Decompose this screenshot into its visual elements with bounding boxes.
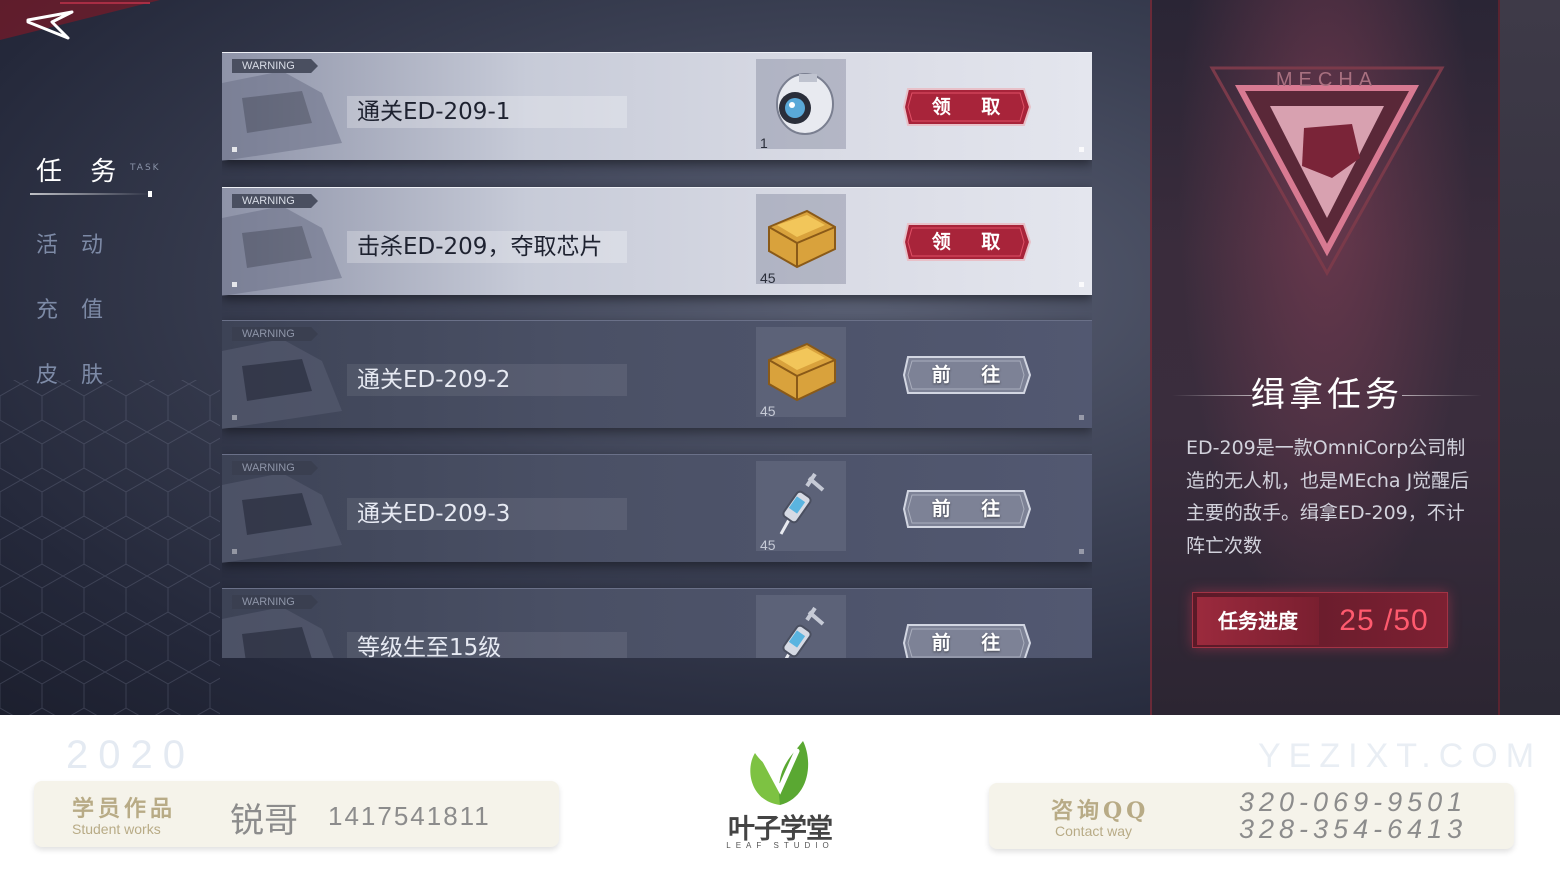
nav-item-sublabel: TASK bbox=[130, 163, 161, 173]
chip-crate-icon bbox=[768, 209, 836, 269]
task-title: 通关ED-209-3 bbox=[357, 501, 511, 527]
nav-item-label: 活 动 bbox=[36, 233, 111, 258]
goto-button[interactable]: 前 往 bbox=[902, 489, 1032, 529]
corner-mark bbox=[1079, 549, 1084, 554]
item-count: 45 bbox=[760, 403, 776, 419]
author-id: 1417541811 bbox=[328, 801, 491, 831]
card-subtitle: Student works bbox=[72, 821, 161, 837]
item-count: 45 bbox=[760, 270, 776, 286]
card-subtitle: Contact way bbox=[1055, 823, 1133, 839]
year-watermark: 2020 bbox=[66, 733, 195, 777]
back-button[interactable] bbox=[22, 6, 82, 46]
phone-number: 328-354-6413 bbox=[1239, 814, 1468, 844]
emblem-text: MECHA bbox=[1276, 69, 1378, 91]
leaf-icon bbox=[750, 741, 809, 805]
task-title: 击杀ED-209，夺取芯片 bbox=[357, 234, 603, 260]
button-label: 前 往 bbox=[931, 498, 1013, 520]
corner-mark bbox=[232, 415, 237, 420]
claim-button[interactable]: 领 取 bbox=[902, 222, 1032, 262]
warning-tag: WARNING bbox=[232, 595, 318, 609]
card-title: 学员作品 bbox=[72, 796, 177, 822]
progress-box: 任务进度 25 /50 bbox=[1192, 592, 1448, 648]
corner-mark bbox=[232, 549, 237, 554]
warning-tag: WARNING bbox=[232, 461, 318, 475]
button-label: 前 往 bbox=[931, 364, 1013, 386]
claim-button[interactable]: 领 取 bbox=[902, 87, 1032, 127]
item-count: 1 bbox=[760, 135, 768, 151]
nav-item-label: 皮 肤 bbox=[36, 363, 111, 388]
nav-item-skin[interactable]: 皮 肤 bbox=[0, 343, 170, 408]
student-works-card: 学员作品 Student works 锐哥 1417541811 bbox=[34, 781, 559, 847]
task-row: WARNING 通关ED-209-3 45 前 往 bbox=[222, 454, 1092, 563]
nav-item-label: 充 值 bbox=[36, 298, 111, 323]
reward-item[interactable] bbox=[756, 595, 846, 658]
task-row: WARNING 击杀ED-209，夺取芯片 45 领 取 bbox=[222, 187, 1092, 296]
panel-title: 缉拿任务 bbox=[1251, 375, 1403, 415]
task-list[interactable]: WARNING 通关ED-209-1 1 领 取 WARNING 击杀ED-20… bbox=[222, 52, 1092, 658]
corner-mark bbox=[232, 147, 237, 152]
panel-title-wrap: 缉拿任务 bbox=[1152, 370, 1502, 420]
task-row: WARNING 通关ED-209-2 45 前 往 bbox=[222, 320, 1092, 429]
right-edge-background bbox=[1500, 0, 1560, 715]
warning-tag: WARNING bbox=[232, 327, 318, 341]
warning-tag: WARNING bbox=[232, 59, 318, 73]
task-row: WARNING 等级生至15级 前 往 bbox=[222, 588, 1092, 658]
mission-description: ED-209是一款OmniCorp公司制造的无人机，也是MEcha J觉醒后主要… bbox=[1186, 437, 1470, 557]
footer-banner: 2020 YEZIXT.COM 学员作品 Student works 锐哥 14… bbox=[0, 715, 1560, 873]
author-name: 锐哥 bbox=[230, 801, 298, 841]
logo-subtext: LEAF STUDIO bbox=[726, 841, 834, 850]
nav-item-label: 任 务 bbox=[36, 157, 127, 187]
warning-tag: WARNING bbox=[232, 194, 318, 208]
syringe-icon bbox=[782, 606, 825, 658]
task-title: 通关ED-209-1 bbox=[357, 99, 511, 125]
corner-mark bbox=[1079, 282, 1084, 287]
goto-button[interactable]: 前 往 bbox=[902, 355, 1032, 395]
mecha-emblem-icon: MECHA bbox=[1209, 66, 1445, 277]
nav-item-recharge[interactable]: 充 值 bbox=[0, 278, 170, 343]
reward-item[interactable]: 45 bbox=[756, 461, 846, 553]
nav-active-underline bbox=[30, 191, 152, 197]
progress-value: 25 /50 bbox=[1339, 604, 1429, 637]
button-label: 领 取 bbox=[931, 231, 1013, 253]
reward-item[interactable]: 45 bbox=[756, 327, 846, 419]
drone-eye-icon bbox=[776, 73, 834, 135]
back-arrow-icon bbox=[26, 10, 74, 40]
contact-card: 咨询QQ Contact way 320-069-9501 328-354-64… bbox=[989, 783, 1514, 849]
button-label: 前 往 bbox=[931, 632, 1013, 654]
card-title: 咨询QQ bbox=[1051, 798, 1150, 824]
corner-mark bbox=[232, 282, 237, 287]
button-label: 领 取 bbox=[931, 96, 1013, 118]
task-title: 等级生至15级 bbox=[357, 635, 502, 658]
side-nav: 任 务 TASK 活 动 充 值 皮 肤 bbox=[0, 140, 170, 408]
mission-info-panel: MECHA 缉拿任务 ED-209是一款OmniCorp公司制造的无人机，也是M… bbox=[1150, 0, 1500, 715]
site-watermark: YEZIXT.COM bbox=[1258, 737, 1543, 775]
corner-mark bbox=[1079, 415, 1084, 420]
task-title: 通关ED-209-2 bbox=[357, 367, 511, 393]
reward-item[interactable]: 1 bbox=[756, 59, 846, 151]
game-screen: 任 务 TASK 活 动 充 值 皮 肤 WARNING 通关ED-209-1 bbox=[0, 0, 1560, 715]
nav-item-event[interactable]: 活 动 bbox=[0, 213, 170, 278]
corner-mark bbox=[1079, 147, 1084, 152]
task-row: WARNING 通关ED-209-1 1 领 取 bbox=[222, 52, 1092, 161]
reward-item[interactable]: 45 bbox=[756, 194, 846, 286]
syringe-icon bbox=[779, 472, 825, 535]
leaf-studio-logo: 叶子学堂 LEAF STUDIO bbox=[725, 739, 835, 855]
chip-crate-icon bbox=[768, 342, 836, 402]
progress-label: 任务进度 bbox=[1218, 609, 1298, 633]
goto-button[interactable]: 前 往 bbox=[902, 623, 1032, 658]
item-count: 45 bbox=[760, 537, 776, 553]
nav-item-task[interactable]: 任 务 TASK bbox=[0, 140, 170, 205]
